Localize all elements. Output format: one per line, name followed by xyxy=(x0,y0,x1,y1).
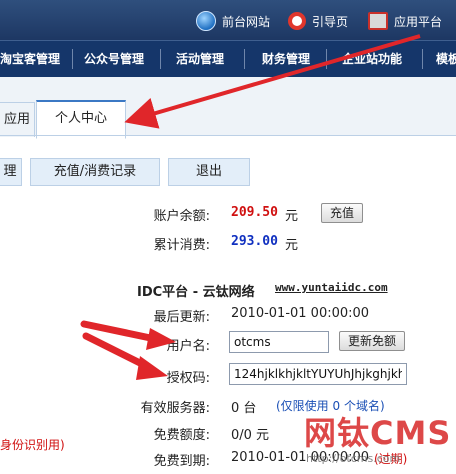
nav-item-finance[interactable]: 财务管理 xyxy=(262,41,310,77)
auth-code-label: 授权码: xyxy=(166,371,210,386)
free-quota-value: 0/0 元 xyxy=(231,428,270,443)
tab-apps[interactable]: 应用 xyxy=(0,102,35,137)
tab-divider xyxy=(0,135,456,136)
auth-code-input[interactable] xyxy=(229,363,407,385)
nav-item-enterprise[interactable]: 企业站功能 xyxy=(342,41,402,77)
balance-value: 209.50 xyxy=(231,205,278,220)
globe-icon xyxy=(196,11,216,31)
idc-heading: IDC平台 - 云钛网络 xyxy=(137,285,255,300)
top-bar: 前台网站 引导页 应用平台 xyxy=(0,0,456,40)
guide-page-link[interactable]: 引导页 xyxy=(288,10,348,32)
servers-label: 有效服务器: xyxy=(140,401,210,416)
watermark-url: http://otcms.com xyxy=(306,452,401,465)
username-label: 用户名: xyxy=(166,339,210,354)
guide-page-label: 引导页 xyxy=(312,14,349,29)
nav-separator xyxy=(244,49,245,69)
nav-item-template[interactable]: 模板 xyxy=(436,41,456,77)
free-quota-label: 免费额度: xyxy=(153,428,210,443)
frontend-site-label: 前台网站 xyxy=(222,14,271,29)
spent-value: 293.00 xyxy=(231,234,278,249)
identity-note: 身份识别用) xyxy=(0,438,65,452)
frontend-site-link[interactable]: 前台网站 xyxy=(196,10,270,32)
app-platform-label: 应用平台 xyxy=(394,14,443,29)
nav-item-activity[interactable]: 活动管理 xyxy=(176,41,224,77)
main-nav: 淘宝客管理 公众号管理 活动管理 财务管理 企业站功能 模板 xyxy=(0,40,456,77)
balance-label: 账户余额: xyxy=(153,209,210,224)
nav-separator xyxy=(160,49,161,69)
app-platform-link[interactable]: 应用平台 xyxy=(368,10,442,32)
subtab-recharge-records[interactable]: 充值/消费记录 xyxy=(30,158,160,186)
nav-item-official-account[interactable]: 公众号管理 xyxy=(84,41,144,77)
last-update-value: 2010-01-01 00:00:00 xyxy=(231,306,370,321)
subtab-manage[interactable]: 理 xyxy=(0,158,22,186)
last-update-label: 最后更新: xyxy=(153,310,210,325)
refresh-quota-button[interactable]: 更新免额 xyxy=(339,331,405,351)
idc-url-link[interactable]: www.yuntaiidc.com xyxy=(275,281,388,294)
subtab-logout[interactable]: 退出 xyxy=(168,158,250,186)
lifebuoy-icon xyxy=(288,12,306,30)
recharge-button[interactable]: 充值 xyxy=(321,203,363,223)
username-input[interactable] xyxy=(229,331,329,353)
nav-separator xyxy=(72,49,73,69)
spent-label: 累计消费: xyxy=(153,238,210,253)
free-expire-label: 免费到期: xyxy=(153,454,210,469)
spent-unit: 元 xyxy=(285,238,299,253)
nav-item-taobaoke[interactable]: 淘宝客管理 xyxy=(0,41,60,77)
brand-watermark: 网钛CMS xyxy=(304,414,452,452)
tab-personal-center[interactable]: 个人中心 xyxy=(36,100,126,139)
nav-separator xyxy=(422,49,423,69)
servers-value: 0 台 xyxy=(231,401,257,416)
nav-separator xyxy=(326,49,327,69)
store-icon xyxy=(368,12,388,30)
balance-unit: 元 xyxy=(285,209,299,224)
